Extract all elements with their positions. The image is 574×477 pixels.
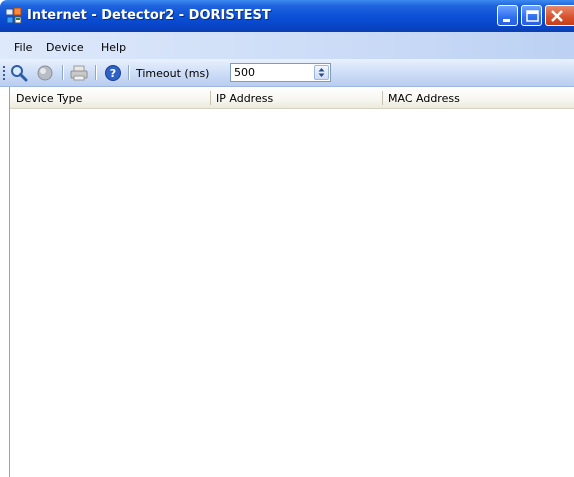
timeout-value[interactable]: 500: [234, 66, 255, 79]
minimize-icon: [503, 19, 510, 22]
window-title: Internet - Detector2 - DORISTEST: [27, 8, 271, 23]
column-header-mac-address[interactable]: MAC Address: [382, 87, 574, 108]
toolbar-separator: [128, 65, 130, 80]
close-button[interactable]: [545, 5, 574, 26]
list-header: Device Type IP Address MAC Address: [10, 87, 574, 109]
menu-device[interactable]: Device: [46, 41, 84, 54]
search-icon[interactable]: [10, 64, 28, 82]
maximize-icon: [526, 10, 539, 22]
close-icon: [551, 10, 563, 22]
minimize-button[interactable]: [497, 5, 518, 26]
timeout-spin-button[interactable]: [314, 65, 329, 80]
help-icon[interactable]: ?: [104, 64, 122, 82]
column-header-device-type[interactable]: Device Type: [10, 87, 210, 108]
menu-file[interactable]: File: [14, 41, 32, 54]
stop-icon[interactable]: [36, 64, 54, 82]
toolbar: ? Timeout (ms) 500: [0, 59, 574, 87]
svg-text:?: ?: [110, 67, 116, 80]
app-icon: [6, 8, 22, 24]
application-window: Internet - Detector2 - DORISTEST File De…: [0, 0, 574, 477]
timeout-input[interactable]: 500: [230, 63, 331, 82]
toolbar-grip-icon[interactable]: [3, 65, 6, 81]
column-label: IP Address: [216, 92, 274, 105]
title-bar[interactable]: Internet - Detector2 - DORISTEST: [0, 0, 574, 32]
maximize-button[interactable]: [521, 5, 542, 26]
spin-arrows-icon: [318, 68, 325, 77]
toolbar-separator: [95, 65, 97, 80]
list-body[interactable]: [10, 109, 574, 477]
toolbar-separator: [62, 65, 64, 80]
column-header-ip-address[interactable]: IP Address: [210, 87, 382, 108]
timeout-label: Timeout (ms): [136, 67, 210, 80]
menu-help[interactable]: Help: [101, 41, 126, 54]
device-list[interactable]: Device Type IP Address MAC Address: [9, 87, 574, 477]
column-label: MAC Address: [388, 92, 460, 105]
menu-bar: File Device Help: [0, 32, 574, 59]
print-icon[interactable]: [70, 64, 88, 82]
column-label: Device Type: [16, 92, 83, 105]
